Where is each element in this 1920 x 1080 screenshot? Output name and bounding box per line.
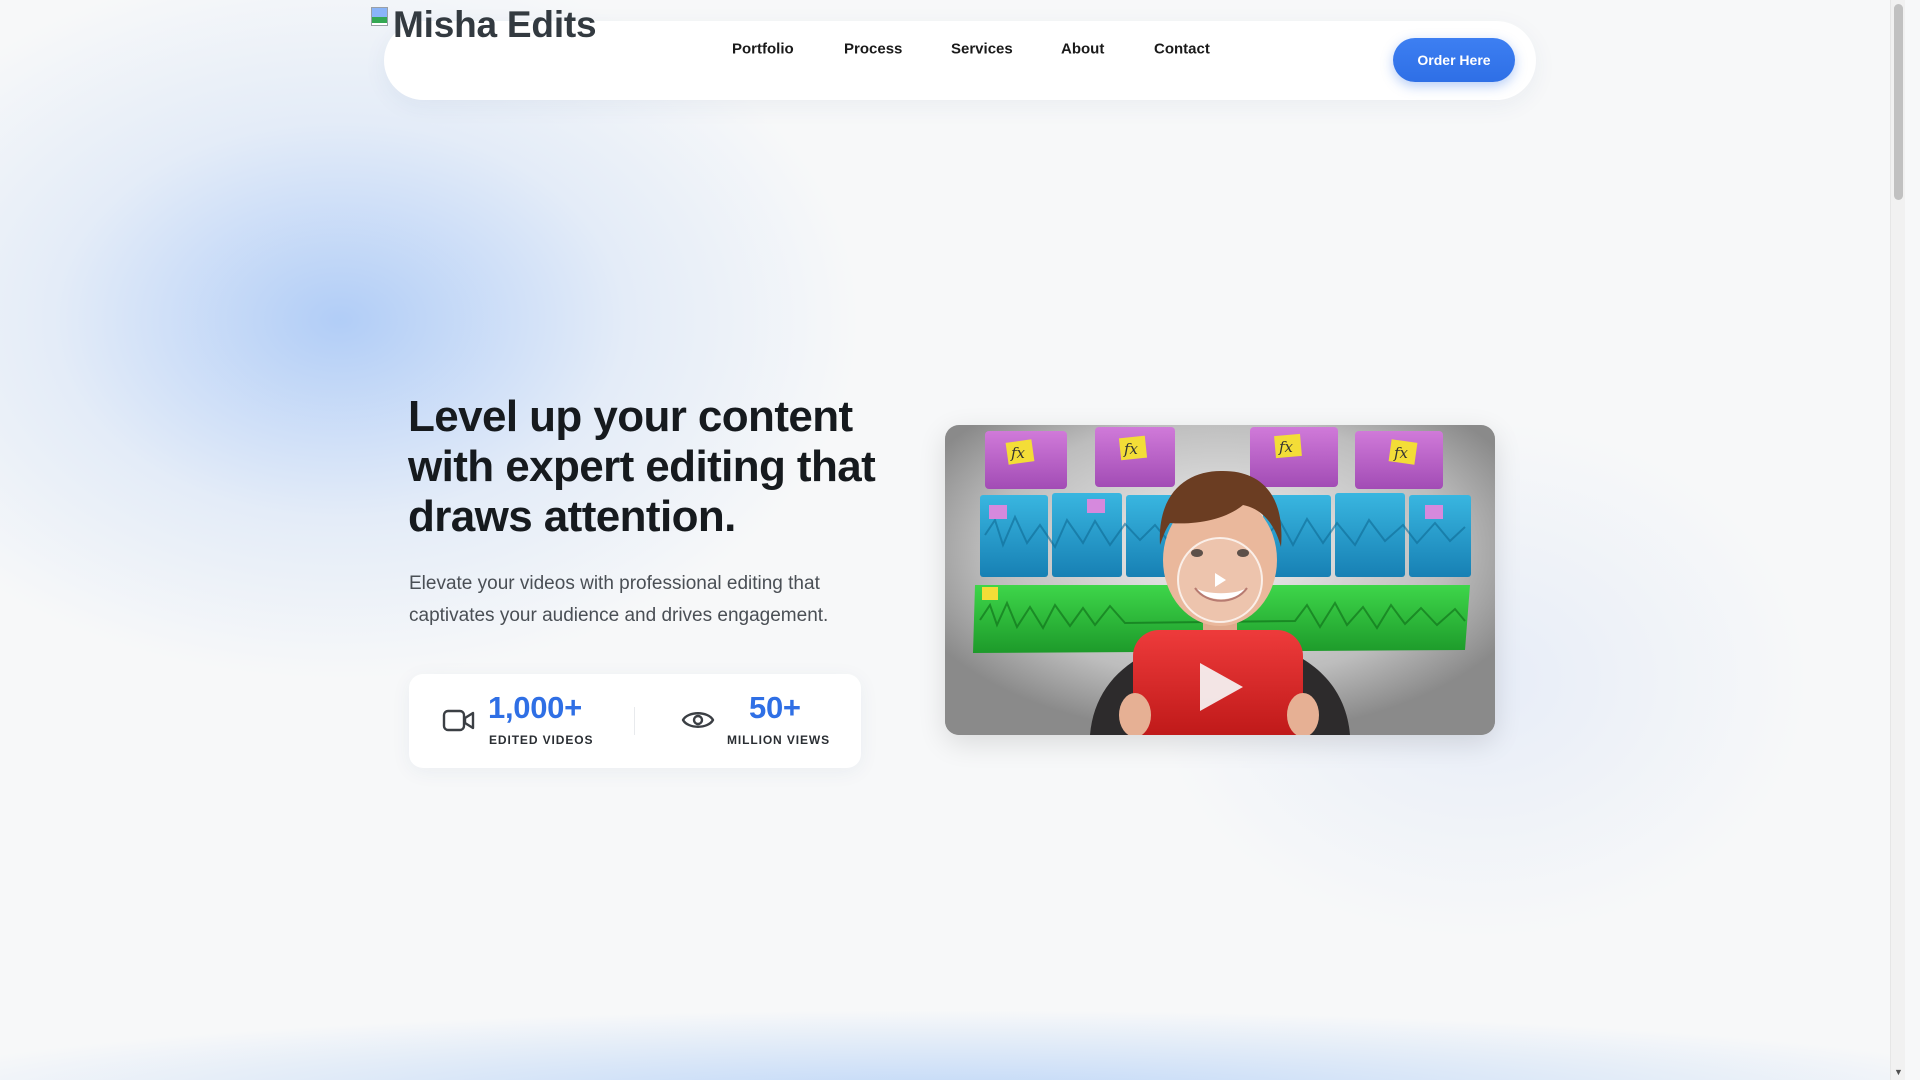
youtube-play-icon [1119,630,1319,735]
nav-link-about[interactable]: About [1061,41,1104,58]
stat-divider [634,707,635,735]
nav-link-services[interactable]: Services [951,41,1013,58]
video-thumbnail[interactable]: fx fx fx fx [945,425,1495,735]
svg-text:fx: fx [1123,440,1139,458]
stat-value-million-views: 50+ [749,690,801,725]
hero-subtitle: Elevate your videos with professional ed… [409,573,829,626]
scrollbar[interactable]: ▼ [1890,0,1905,1080]
stat-value-edited-videos: 1,000+ [488,690,582,725]
logo-alt-text: Misha Edits [393,4,597,45]
hero-title: Level up your content with expert editin… [408,392,876,541]
play-icon [1177,537,1263,623]
svg-text:fx: fx [1393,444,1409,462]
video-camera-icon [442,709,475,732]
eye-icon [681,712,715,728]
logo[interactable]: Misha Edits [369,4,597,45]
broken-image-icon [369,5,393,29]
svg-text:fx: fx [1010,444,1026,462]
nav-link-portfolio[interactable]: Portfolio [732,41,794,58]
stats-card: 1,000+ EDITED VIDEOS 50+ MILLION VIEWS [409,674,861,768]
stat-label-million-views: MILLION VIEWS [727,733,831,747]
scroll-down-arrow-icon[interactable]: ▼ [1894,1067,1903,1077]
scrollbar-thumb[interactable] [1894,4,1903,200]
stat-label-edited-videos: EDITED VIDEOS [489,733,594,747]
nav-link-process[interactable]: Process [844,41,902,58]
svg-text:fx: fx [1278,438,1294,456]
video-thumbnail-image: fx fx fx fx [945,425,1495,735]
order-here-button[interactable]: Order Here [1393,38,1515,82]
nav-link-contact[interactable]: Contact [1154,41,1210,58]
page: Portfolio Process Services About Contact… [0,0,1905,1080]
